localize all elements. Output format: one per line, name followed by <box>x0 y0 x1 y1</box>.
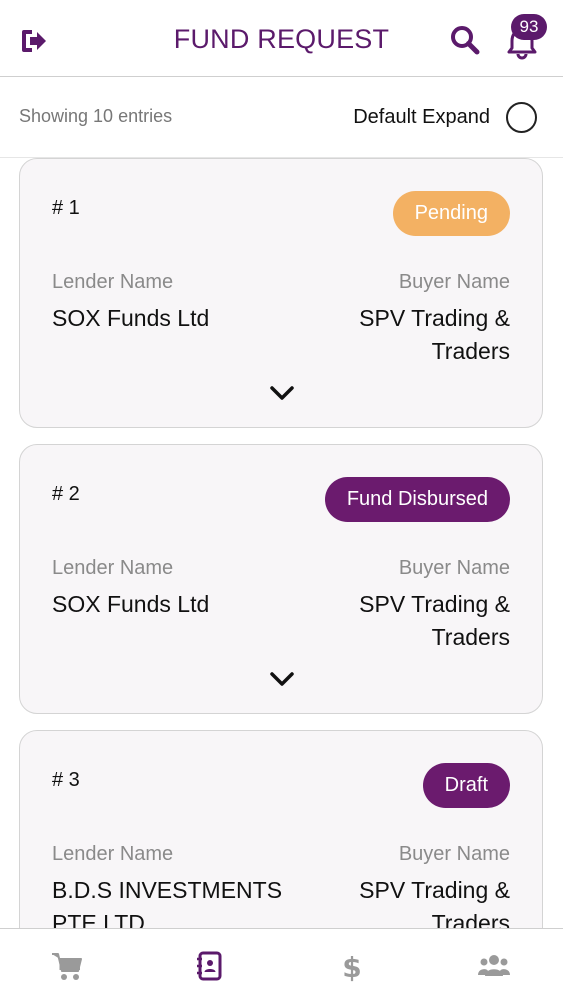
lender-name-value: SOX Funds Ltd <box>52 591 210 617</box>
request-number: # 3 <box>52 769 80 791</box>
fund-request-list: # 1 Pending Lender Name SOX Funds Ltd Bu… <box>0 158 563 928</box>
entries-count-text: Showing 10 entries <box>19 106 173 126</box>
fund-request-card[interactable]: # 1 Pending Lender Name SOX Funds Ltd Bu… <box>19 158 543 428</box>
fund-request-card[interactable]: # 2 Fund Disbursed Lender Name SOX Funds… <box>19 444 543 714</box>
buyer-name-value: SPV Trading & Traders <box>359 591 510 650</box>
app-header: FUND REQUEST 93 <box>0 0 563 77</box>
request-number: # 2 <box>52 483 80 505</box>
app-root: FUND REQUEST 93 Showing 10 entries Defau… <box>0 0 563 1000</box>
buyer-name-label: Buyer Name <box>398 557 510 579</box>
notification-badge[interactable]: 93 <box>511 14 547 40</box>
default-expand-radio[interactable] <box>506 102 537 133</box>
chevron-down-icon[interactable] <box>268 669 296 689</box>
chevron-down-icon[interactable] <box>268 383 296 403</box>
buyer-name-value: SPV Trading & Traders <box>359 877 510 928</box>
svg-text:$: $ <box>342 951 361 983</box>
buyer-name-label: Buyer Name <box>398 843 510 865</box>
status-badge: Pending <box>392 191 510 236</box>
status-badge: Fund Disbursed <box>324 477 510 522</box>
contacts-icon[interactable] <box>192 949 226 983</box>
lender-name-value: B.D.S INVESTMENTS PTE LTD <box>52 877 283 928</box>
request-number: # 1 <box>52 197 80 219</box>
dollar-icon[interactable]: $ <box>335 949 369 983</box>
buyer-name-value: SPV Trading & Traders <box>359 305 510 364</box>
fund-request-card[interactable]: # 3 Draft Lender Name B.D.S INVESTMENTS … <box>19 730 543 928</box>
lender-name-label: Lender Name <box>52 843 174 865</box>
default-expand-label: Default Expand <box>353 106 490 128</box>
lender-name-label: Lender Name <box>52 271 174 293</box>
list-toolbar: Showing 10 entries Default Expand <box>0 78 563 158</box>
users-icon[interactable] <box>477 949 511 983</box>
status-badge: Draft <box>422 763 510 808</box>
cart-icon[interactable] <box>50 949 84 983</box>
lender-name-label: Lender Name <box>52 557 174 579</box>
buyer-name-label: Buyer Name <box>398 271 510 293</box>
lender-name-value: SOX Funds Ltd <box>52 305 210 331</box>
bottom-nav: $ <box>0 928 563 1000</box>
search-icon[interactable] <box>449 24 481 56</box>
